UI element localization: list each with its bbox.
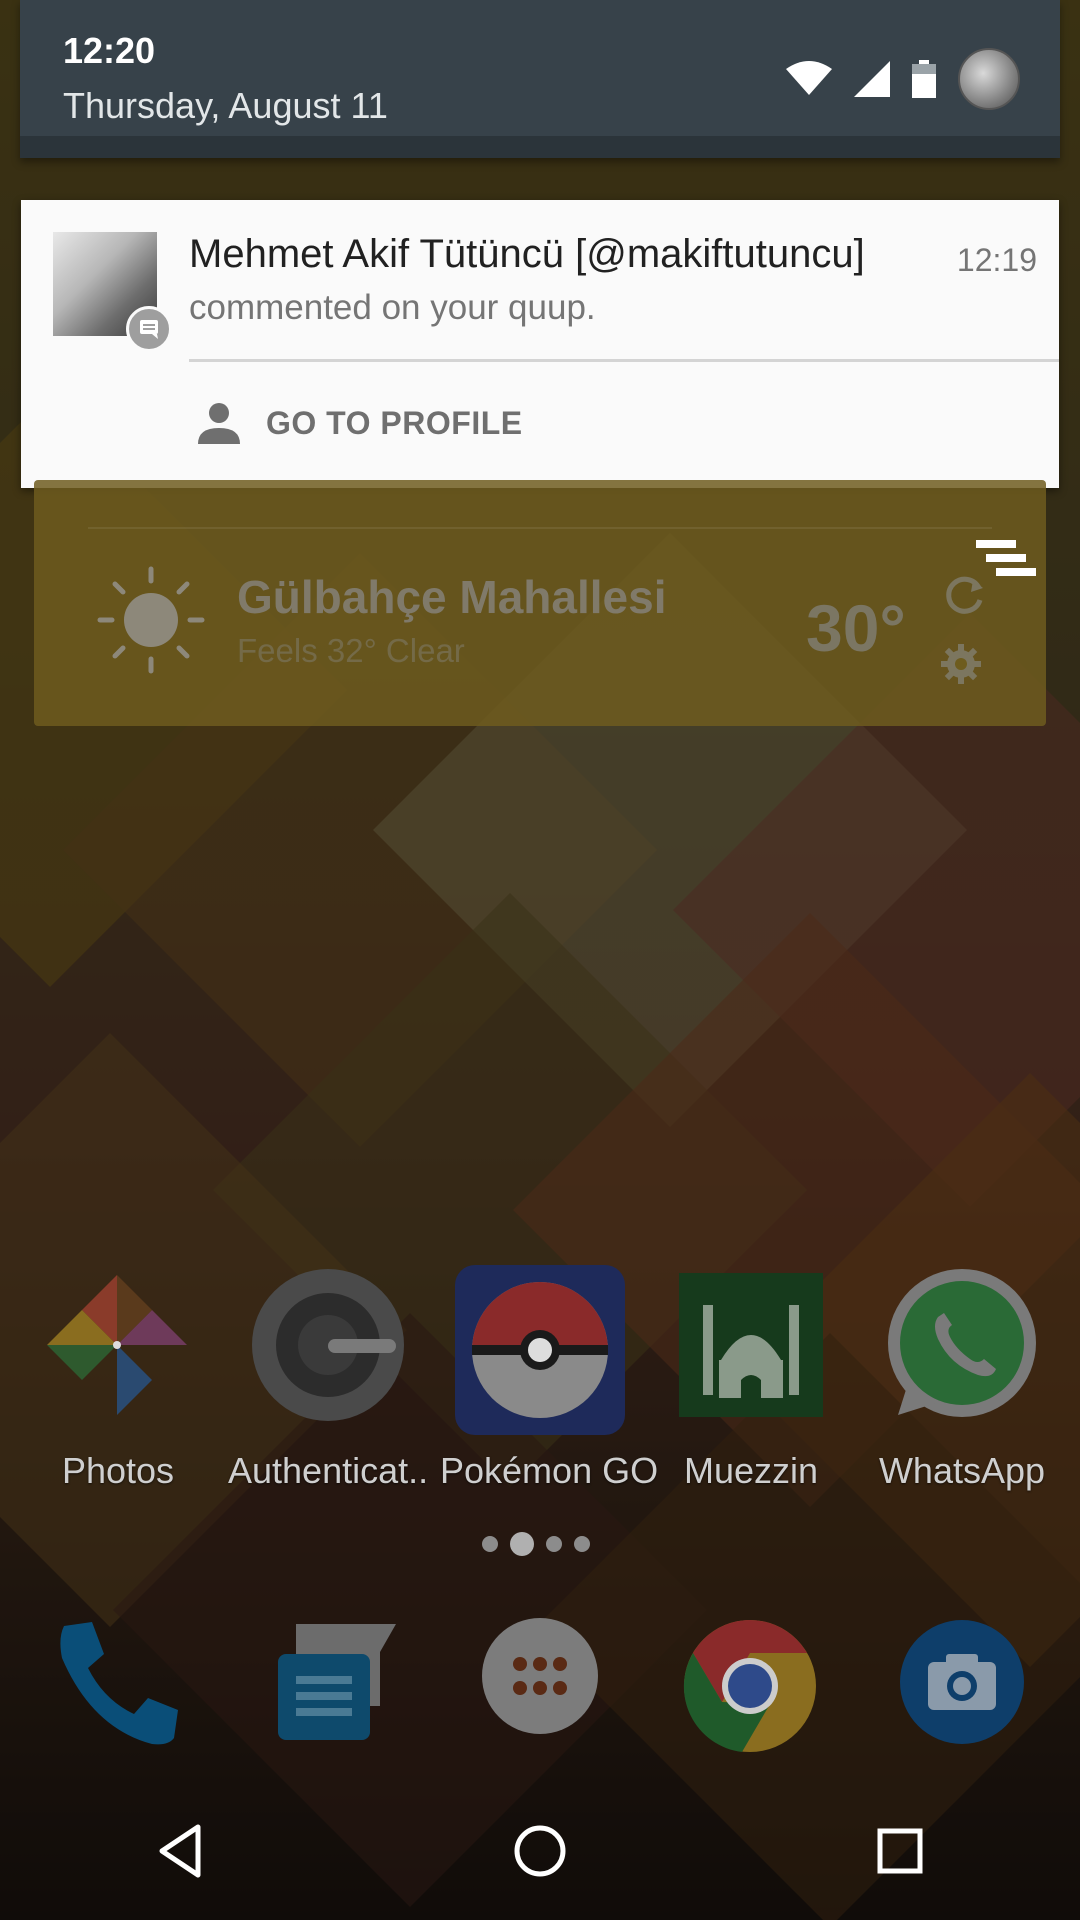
go-to-profile-button[interactable]: GO TO PROFILE — [196, 400, 523, 446]
notification-overflow-icon[interactable] — [976, 540, 1036, 584]
page-indicator — [482, 1532, 590, 1556]
phone-icon — [60, 1622, 178, 1745]
app-photos[interactable] — [32, 1265, 202, 1430]
messages-icon — [278, 1624, 396, 1740]
notification-text: commented on your quup. — [189, 288, 596, 327]
page-dot-current[interactable] — [510, 1532, 534, 1556]
back-icon[interactable] — [150, 1821, 210, 1881]
app-label-whatsapp: WhatsApp — [878, 1450, 1046, 1491]
system-icons — [786, 48, 1020, 110]
user-avatar[interactable] — [958, 48, 1020, 110]
home-icon[interactable] — [510, 1821, 570, 1881]
whatsapp-icon — [888, 1269, 1036, 1417]
settings-gear-icon[interactable] — [939, 642, 983, 686]
app-label-authenticator: Authenticat.. — [228, 1450, 429, 1491]
dock-app-drawer[interactable] — [482, 1618, 598, 1739]
chrome-icon — [683, 1620, 816, 1752]
page-dot[interactable] — [574, 1536, 590, 1552]
navigation-bar — [0, 1782, 1080, 1920]
notification-card[interactable]: Mehmet Akif Tütüncü [@makiftutuncu] 12:1… — [21, 200, 1059, 488]
weather-temperature: 30° — [806, 591, 906, 665]
app-label-photos: Photos — [61, 1450, 175, 1491]
sun-icon — [97, 566, 205, 674]
person-icon — [198, 403, 240, 444]
wifi-icon — [786, 61, 832, 95]
comment-badge-icon — [126, 306, 172, 352]
notification-time: 12:19 — [956, 242, 1037, 278]
clock-time: 12:20 — [63, 30, 156, 71]
clock-date: Thursday, August 11 — [63, 85, 388, 126]
weather-location: Gülbahçe Mahallesi — [237, 571, 667, 623]
muezzin-icon — [679, 1273, 823, 1417]
go-to-profile-label: GO TO PROFILE — [266, 404, 523, 441]
weather-subtitle: Feels 32° Clear — [237, 632, 465, 669]
weather-widget[interactable]: Gülbahçe Mahallesi Feels 32° Clear 30° — [34, 480, 1046, 726]
photos-icon — [47, 1275, 187, 1415]
cell-signal-icon — [854, 61, 890, 97]
notification-divider — [189, 359, 1059, 362]
app-whatsapp[interactable] — [877, 1265, 1047, 1434]
notification-title: Mehmet Akif Tütüncü [@makiftutuncu] — [189, 232, 865, 276]
recents-icon[interactable] — [870, 1821, 930, 1881]
dock-camera[interactable] — [898, 1618, 1026, 1751]
battery-icon — [912, 60, 936, 98]
app-pokemon-go[interactable] — [455, 1265, 625, 1440]
page-dot[interactable] — [546, 1536, 562, 1552]
page-dot[interactable] — [482, 1536, 498, 1552]
pokemon-go-icon — [455, 1265, 625, 1435]
quick-settings-header[interactable]: 12:20 Thursday, August 11 — [20, 0, 1060, 158]
app-label-pokemon-go: Pokémon GO — [440, 1450, 659, 1491]
authenticator-icon — [252, 1269, 404, 1421]
dock-chrome[interactable] — [682, 1618, 818, 1759]
dock-messages[interactable] — [260, 1618, 400, 1753]
camera-icon — [900, 1620, 1024, 1744]
app-authenticator[interactable] — [243, 1265, 413, 1430]
app-drawer-icon — [482, 1618, 598, 1734]
app-muezzin[interactable] — [666, 1265, 836, 1430]
app-label-muezzin: Muezzin — [683, 1450, 819, 1491]
weather-divider — [88, 527, 992, 529]
dock-phone[interactable] — [52, 1618, 182, 1753]
